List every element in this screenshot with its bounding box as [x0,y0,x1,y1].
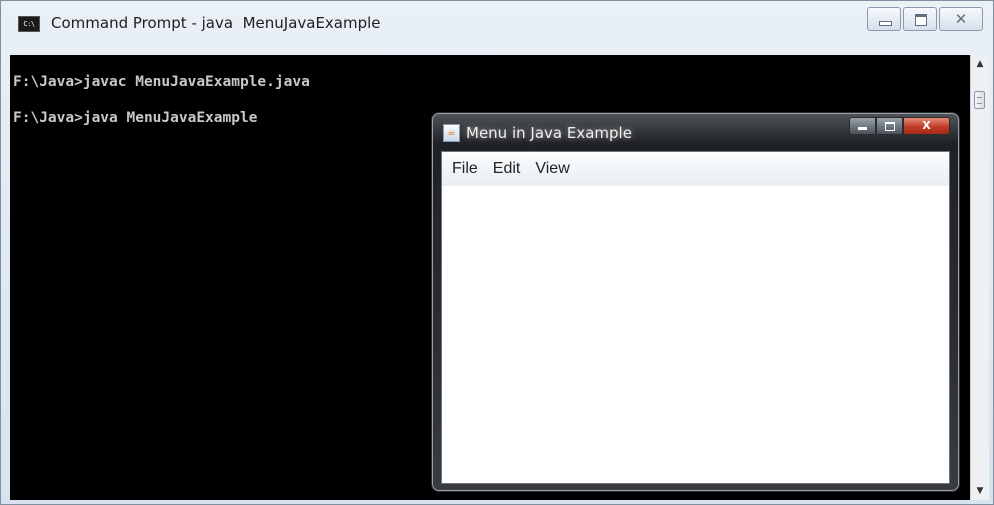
java-app-icon[interactable]: ☕ [443,124,460,142]
java-maximize-button[interactable] [876,117,903,135]
cmd-window-title: Command Prompt - java MenuJavaExample [51,14,381,32]
menu-edit[interactable]: Edit [487,160,527,178]
java-content-pane: File Edit View [441,151,950,484]
cmd-minimize-button[interactable] [867,7,901,31]
cmd-app-icon[interactable]: C:\ [18,16,40,32]
java-frame-window: ☕ Menu in Java Example X File Edit View [432,113,959,491]
menu-view[interactable]: View [529,160,575,178]
console-scrollbar[interactable]: ▲ ▼ [970,55,989,500]
menu-file[interactable]: File [446,160,484,178]
scrollbar-thumb[interactable] [974,91,985,109]
java-window-title: Menu in Java Example [466,124,632,142]
console-line-run: F:\Java>java MenuJavaExample [13,110,258,126]
scroll-up-arrow-icon[interactable]: ▲ [971,55,989,73]
cmd-maximize-button[interactable] [903,7,937,31]
console-line-compile: F:\Java>javac MenuJavaExample.java [13,74,310,90]
cmd-caption-buttons: ✕ [865,7,983,33]
java-close-button[interactable]: X [903,117,950,135]
java-minimize-button[interactable] [849,117,876,135]
java-titlebar[interactable]: ☕ Menu in Java Example X [433,114,958,150]
scroll-down-arrow-icon[interactable]: ▼ [971,482,989,500]
cmd-close-button[interactable]: ✕ [939,7,983,31]
cmd-titlebar[interactable]: C:\ Command Prompt - java MenuJavaExampl… [1,1,993,47]
java-caption-buttons: X [849,117,950,135]
menu-bar: File Edit View [442,152,949,186]
